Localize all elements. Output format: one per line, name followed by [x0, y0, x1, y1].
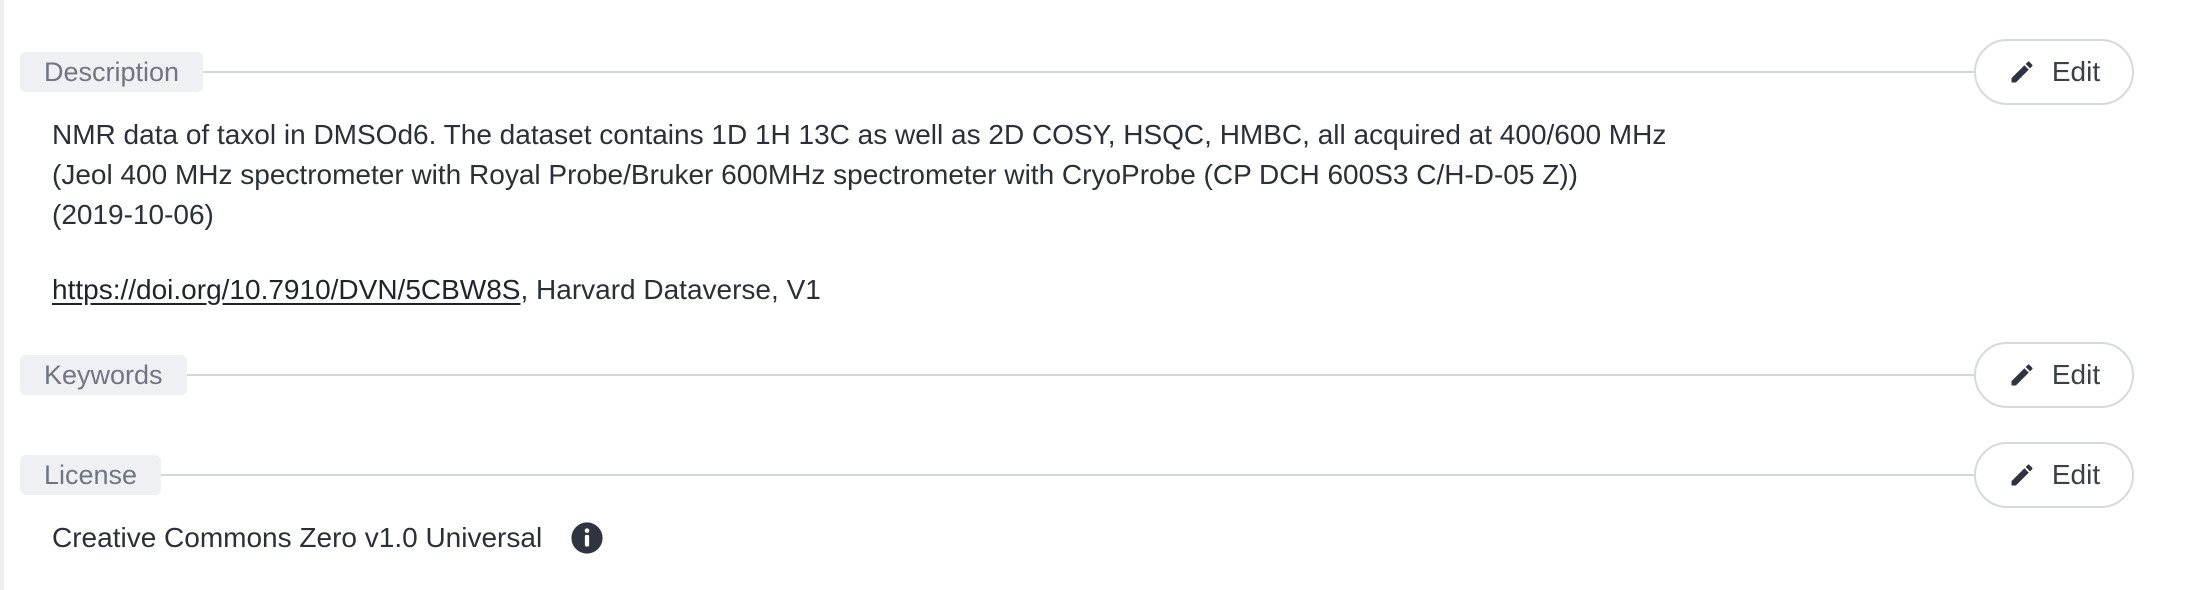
description-line: (2019-10-06)	[52, 199, 214, 230]
citation: https://doi.org/10.7910/DVN/5CBW8S, Harv…	[52, 270, 821, 310]
description-line: (Jeol 400 MHz spectrometer with Royal Pr…	[52, 159, 1578, 190]
edit-keywords-button[interactable]: Edit	[1974, 342, 2134, 408]
pencil-icon	[2011, 364, 2033, 386]
description-line: NMR data of taxol in DMSOd6. The dataset…	[52, 119, 1667, 150]
edit-label: Edit	[2051, 359, 2101, 390]
pencil-icon	[2011, 464, 2033, 486]
doi-link[interactable]: https://doi.org/10.7910/DVN/5CBW8S	[52, 274, 520, 305]
pencil-icon	[2011, 61, 2033, 83]
license-value-row: Creative Commons Zero v1.0 Universal	[52, 518, 604, 558]
keywords-title: Keywords	[20, 355, 187, 395]
license-value: Creative Commons Zero v1.0 Universal	[52, 522, 543, 553]
citation-suffix: , Harvard Dataverse, V1	[520, 274, 821, 305]
section-divider	[203, 71, 1974, 73]
edit-label: Edit	[2051, 56, 2101, 87]
edit-label: Edit	[2051, 459, 2101, 490]
description-header: Description Edit	[20, 36, 2134, 108]
license-title: License	[20, 455, 162, 495]
edit-license-button[interactable]: Edit	[1974, 442, 2134, 508]
description-title: Description	[20, 52, 204, 92]
description-body: NMR data of taxol in DMSOd6. The dataset…	[52, 115, 1666, 235]
info-icon[interactable]	[570, 521, 604, 555]
section-divider	[186, 374, 1974, 376]
left-border	[0, 0, 4, 590]
license-header: License Edit	[20, 439, 2134, 511]
keywords-header: Keywords Edit	[20, 339, 2134, 411]
edit-description-button[interactable]: Edit	[1974, 39, 2134, 105]
section-divider	[161, 474, 1974, 476]
